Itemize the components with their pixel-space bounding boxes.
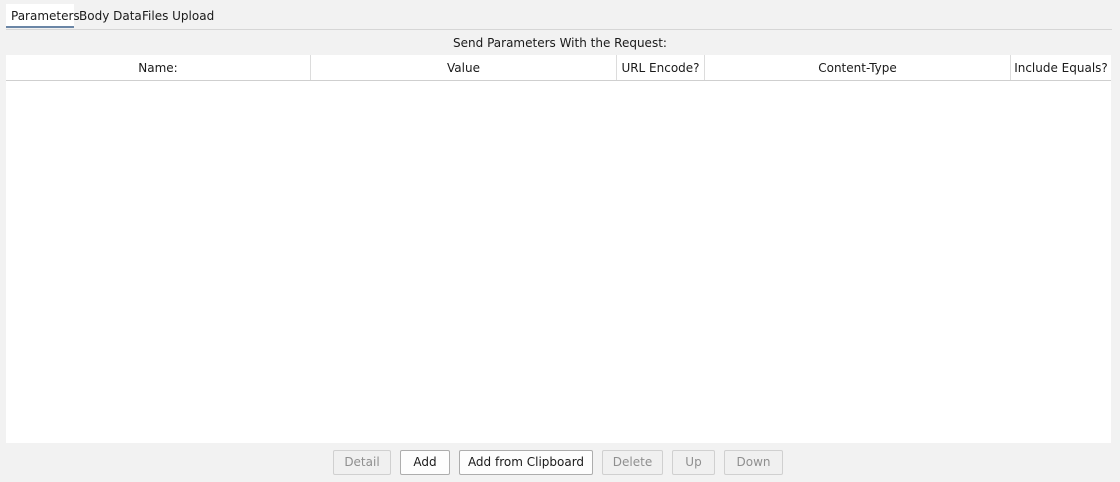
delete-button[interactable]: Delete	[602, 450, 663, 475]
add-from-clipboard-button[interactable]: Add from Clipboard	[459, 450, 593, 475]
tab-parameters[interactable]: Parameters	[6, 4, 80, 28]
column-header-url-encode[interactable]: URL Encode?	[617, 55, 705, 80]
up-button[interactable]: Up	[672, 450, 715, 475]
down-button[interactable]: Down	[724, 450, 783, 475]
parameters-table[interactable]: Name: Value URL Encode? Content-Type Inc…	[6, 55, 1111, 443]
table-header: Name: Value URL Encode? Content-Type Inc…	[6, 55, 1111, 81]
tab-bar: Parameters Body Data Files Upload	[6, 4, 1112, 30]
column-header-name[interactable]: Name:	[6, 55, 311, 80]
column-header-content-type[interactable]: Content-Type	[705, 55, 1011, 80]
column-header-value[interactable]: Value	[311, 55, 617, 80]
tab-files-upload[interactable]: Files Upload	[137, 4, 219, 28]
column-header-include-equals[interactable]: Include Equals?	[1011, 55, 1111, 80]
section-title: Send Parameters With the Request:	[453, 36, 667, 50]
detail-button[interactable]: Detail	[333, 450, 391, 475]
http-request-parameters-panel: Parameters Body Data Files Upload Send P…	[0, 0, 1120, 482]
table-body[interactable]	[6, 81, 1111, 443]
tab-body-data[interactable]: Body Data	[74, 4, 146, 28]
add-button[interactable]: Add	[400, 450, 450, 475]
